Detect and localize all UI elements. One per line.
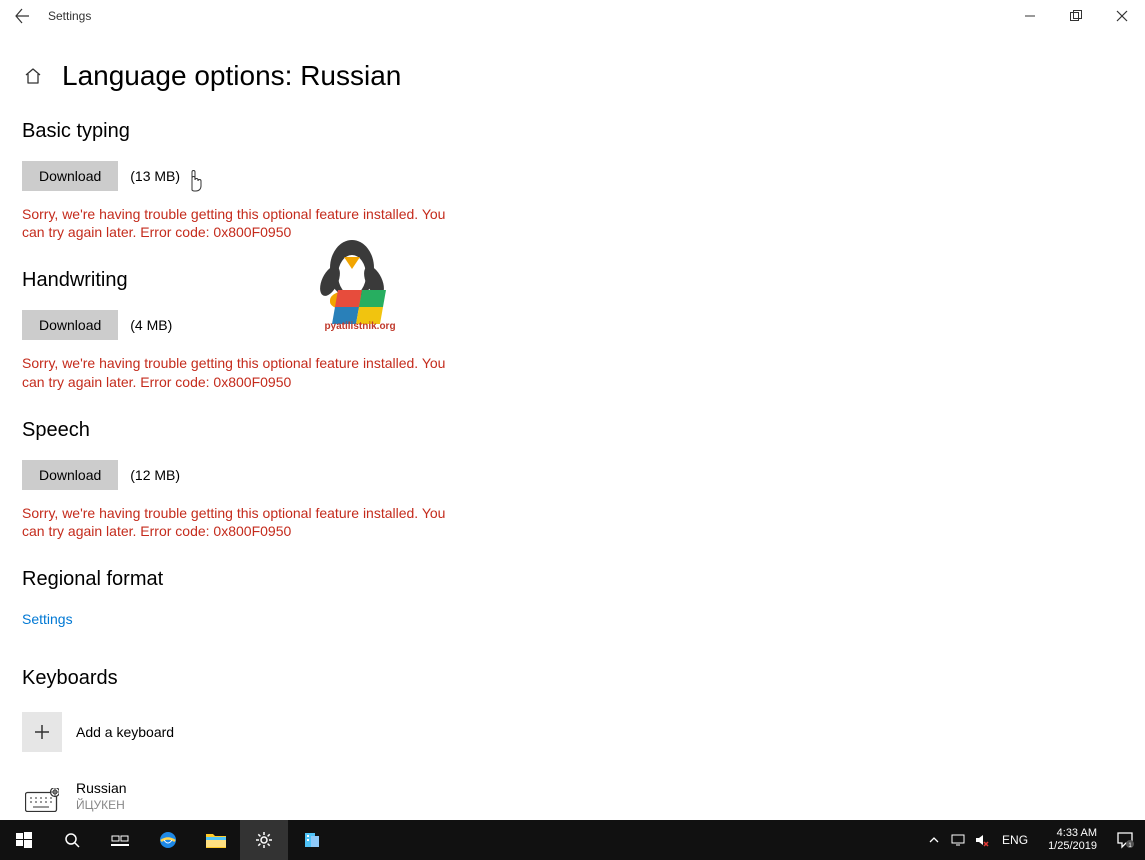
keyboard-item-text: Russian ЙЦУКЕН: [76, 780, 127, 812]
add-keyboard-plus-icon: [22, 712, 62, 752]
tray-area: ENG: [918, 832, 1040, 848]
basic-typing-download-button[interactable]: Download: [22, 161, 118, 191]
task-view-button[interactable]: [96, 820, 144, 860]
taskbar-date: 1/25/2019: [1048, 840, 1097, 853]
taskbar-clock[interactable]: 4:33 AM 1/25/2019: [1040, 827, 1105, 853]
taskbar-ie-button[interactable]: [144, 820, 192, 860]
handwriting-download-button[interactable]: Download: [22, 310, 118, 340]
tray-remote-icon[interactable]: [950, 832, 966, 848]
page-title: Language options: Russian: [62, 60, 401, 92]
section-keyboards-title: Keyboards: [22, 667, 1123, 690]
page-header: Language options: Russian: [0, 32, 1145, 110]
section-handwriting-title: Handwriting: [22, 269, 1123, 292]
handwriting-download-row: Download (4 MB): [22, 310, 1123, 340]
section-regional-format-title: Regional format: [22, 568, 1123, 591]
tray-volume-muted-icon[interactable]: [974, 832, 990, 848]
tray-chevron-icon[interactable]: [926, 832, 942, 848]
page-content: Basic typing Download (13 MB) Sorry, we'…: [0, 120, 1145, 824]
titlebar: Settings: [0, 0, 1145, 32]
taskbar-file-explorer-button[interactable]: [192, 820, 240, 860]
tray-language-indicator[interactable]: ENG: [998, 833, 1032, 847]
window-title: Settings: [44, 9, 91, 23]
windows-logo-icon: [16, 832, 32, 848]
handwriting-error: Sorry, we're having trouble getting this…: [22, 354, 452, 390]
add-keyboard-label: Add a keyboard: [76, 724, 174, 740]
search-icon: [64, 832, 80, 848]
server-manager-icon: [303, 831, 321, 849]
section-speech-title: Speech: [22, 419, 1123, 442]
speech-download-row: Download (12 MB): [22, 460, 1123, 490]
file-explorer-icon: [206, 832, 226, 848]
internet-explorer-icon: [157, 829, 179, 851]
search-button[interactable]: [48, 820, 96, 860]
maximize-button[interactable]: [1053, 0, 1099, 32]
close-icon: [1116, 10, 1128, 22]
taskbar: ENG 4:33 AM 1/25/2019 1: [0, 820, 1145, 860]
gear-icon: [255, 831, 273, 849]
add-keyboard-row[interactable]: Add a keyboard: [22, 708, 1123, 756]
handwriting-size: (4 MB): [130, 317, 172, 333]
section-basic-typing-title: Basic typing: [22, 120, 1123, 143]
minimize-icon: [1024, 10, 1036, 22]
task-view-icon: [111, 832, 129, 848]
keyboard-item-layout: ЙЦУКЕН: [76, 798, 127, 812]
maximize-icon: [1070, 10, 1082, 22]
close-button[interactable]: [1099, 0, 1145, 32]
basic-typing-error: Sorry, we're having trouble getting this…: [22, 205, 452, 241]
start-button[interactable]: [0, 820, 48, 860]
action-center-button[interactable]: 1: [1105, 820, 1145, 860]
minimize-button[interactable]: [1007, 0, 1053, 32]
back-arrow-icon: [14, 8, 30, 24]
taskbar-settings-button[interactable]: [240, 820, 288, 860]
speech-download-button[interactable]: Download: [22, 460, 118, 490]
back-button[interactable]: [0, 0, 44, 32]
basic-typing-download-row: Download (13 MB): [22, 161, 1123, 191]
basic-typing-size: (13 MB): [130, 168, 180, 184]
keyboard-item-russian[interactable]: Russian ЙЦУКЕН: [22, 776, 1123, 824]
taskbar-time: 4:33 AM: [1048, 827, 1097, 840]
taskbar-server-manager-button[interactable]: [288, 820, 336, 860]
home-button[interactable]: [22, 65, 44, 87]
keyboard-icon: [22, 780, 62, 820]
keyboard-item-name: Russian: [76, 780, 127, 796]
regional-format-settings-link[interactable]: Settings: [22, 611, 73, 627]
home-icon: [23, 66, 43, 86]
speech-error: Sorry, we're having trouble getting this…: [22, 504, 452, 540]
action-center-icon: 1: [1116, 831, 1134, 849]
speech-size: (12 MB): [130, 467, 180, 483]
